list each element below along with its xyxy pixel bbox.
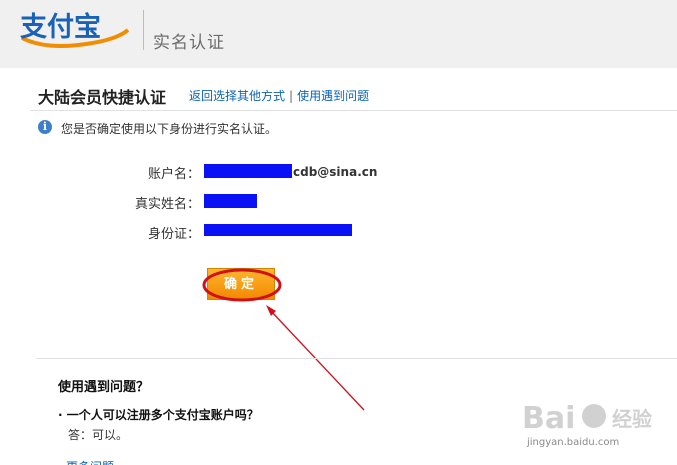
link-separator: |	[289, 89, 294, 103]
info-icon: i	[38, 120, 52, 134]
help-problem-link[interactable]: 使用遇到问题	[297, 89, 369, 103]
id-card-redacted	[204, 224, 352, 236]
header-bar: 支付宝 实名认证	[0, 0, 677, 68]
page-title: 大陆会员快捷认证	[38, 88, 167, 107]
account-name-value: cdb@sina.cn	[293, 165, 378, 179]
confirm-identity-message: 您是否确定使用以下身份进行实名认证。	[61, 122, 278, 136]
faq-more-link[interactable]: 更多问题	[66, 458, 126, 465]
watermark-url: jingyan.baidu.com	[527, 437, 620, 448]
id-card-label: 身份证：	[147, 227, 200, 242]
faq-question: · 一个人可以注册多个支付宝账户吗？	[58, 408, 259, 422]
real-name-redacted	[204, 194, 257, 208]
faq-title: 使用遇到问题？	[58, 380, 150, 395]
alipay-logo[interactable]: 支付宝	[16, 8, 134, 52]
account-name-redacted	[204, 164, 292, 178]
header-title: 实名认证	[153, 33, 225, 53]
annotation-arrowhead	[266, 305, 276, 316]
svg-text:支付宝: 支付宝	[20, 11, 101, 43]
title-divider	[30, 110, 677, 111]
account-name-label: 账户名：	[147, 167, 200, 182]
faq-answer: 答：可以。	[68, 428, 129, 442]
svg-text:经验: 经验	[612, 407, 652, 431]
faq-divider	[36, 358, 677, 359]
annotation-arrow-line	[269, 309, 365, 411]
back-choose-other-link[interactable]: 返回选择其他方式	[189, 89, 285, 103]
header-divider	[143, 10, 144, 50]
confirm-button[interactable]: 确定	[207, 268, 275, 300]
svg-text:Bai: Bai	[522, 401, 575, 436]
real-name-label: 真实姓名：	[134, 197, 200, 212]
title-links: 返回选择其他方式 | 使用遇到问题	[189, 87, 369, 104]
